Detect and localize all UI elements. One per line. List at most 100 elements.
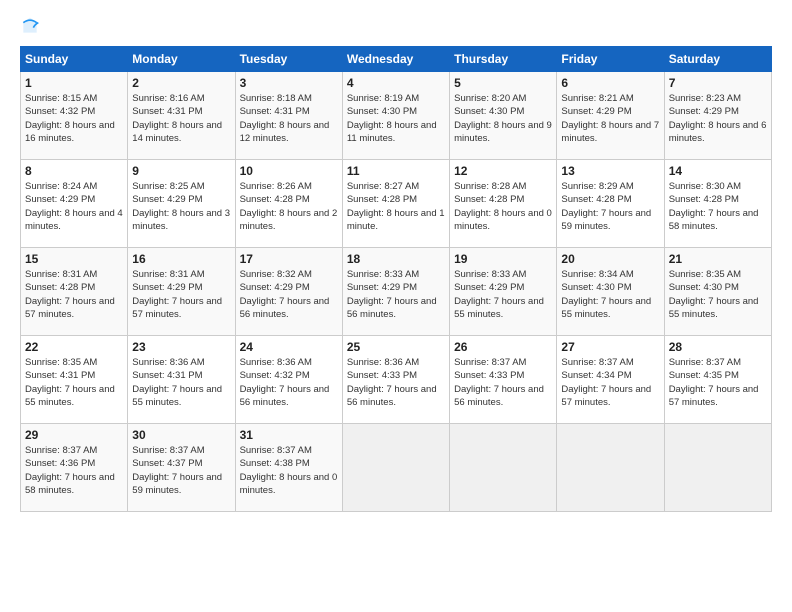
day-info: Sunrise: 8:37 AMSunset: 4:33 PMDaylight:… (454, 356, 552, 409)
day-number: 7 (669, 76, 767, 90)
day-number: 18 (347, 252, 445, 266)
calendar-cell: 17 Sunrise: 8:32 AMSunset: 4:29 PMDayligh… (235, 248, 342, 336)
calendar-cell: 5 Sunrise: 8:20 AMSunset: 4:30 PMDaylight… (450, 72, 557, 160)
day-number: 12 (454, 164, 552, 178)
day-number: 10 (240, 164, 338, 178)
day-info: Sunrise: 8:37 AMSunset: 4:35 PMDaylight:… (669, 356, 767, 409)
calendar-cell: 31Sunrise: 8:37 AMSunset: 4:38 PMDayligh… (235, 424, 342, 512)
calendar-cell: 6Sunrise: 8:21 AMSunset: 4:29 PMDaylight… (557, 72, 664, 160)
calendar-cell: 28 Sunrise: 8:37 AMSunset: 4:35 PMDayligh… (664, 336, 771, 424)
calendar-header-wednesday: Wednesday (342, 47, 449, 72)
calendar-cell: 9 Sunrise: 8:25 AMSunset: 4:29 PMDaylight… (128, 160, 235, 248)
day-info: Sunrise: 8:35 AMSunset: 4:31 PMDaylight:… (25, 356, 123, 409)
page: SundayMondayTuesdayWednesdayThursdayFrid… (0, 0, 792, 612)
day-info: Sunrise: 8:37 AMSunset: 4:37 PMDaylight:… (132, 444, 230, 497)
calendar-cell: 20 Sunrise: 8:34 AMSunset: 4:30 PMDayligh… (557, 248, 664, 336)
calendar-header-row: SundayMondayTuesdayWednesdayThursdayFrid… (21, 47, 772, 72)
day-info: Sunrise: 8:26 AMSunset: 4:28 PMDaylight:… (240, 180, 338, 233)
calendar-cell: 13 Sunrise: 8:29 AMSunset: 4:28 PMDayligh… (557, 160, 664, 248)
day-info: Sunrise: 8:35 AMSunset: 4:30 PMDaylight:… (669, 268, 767, 321)
day-info: Sunrise: 8:20 AMSunset: 4:30 PMDaylight:… (454, 92, 552, 145)
calendar-cell: 24 Sunrise: 8:36 AMSunset: 4:32 PMDayligh… (235, 336, 342, 424)
day-number: 9 (132, 164, 230, 178)
calendar-cell: 19 Sunrise: 8:33 AMSunset: 4:29 PMDayligh… (450, 248, 557, 336)
day-number: 11 (347, 164, 445, 178)
day-number: 15 (25, 252, 123, 266)
calendar-week-row: 22 Sunrise: 8:35 AMSunset: 4:31 PMDayligh… (21, 336, 772, 424)
calendar-header-thursday: Thursday (450, 47, 557, 72)
calendar-cell: 8Sunrise: 8:24 AMSunset: 4:29 PMDaylight… (21, 160, 128, 248)
calendar-cell: 7 Sunrise: 8:23 AMSunset: 4:29 PMDaylight… (664, 72, 771, 160)
calendar-cell: 2Sunrise: 8:16 AMSunset: 4:31 PMDaylight… (128, 72, 235, 160)
day-info: Sunrise: 8:30 AMSunset: 4:28 PMDaylight:… (669, 180, 767, 233)
day-info: Sunrise: 8:24 AMSunset: 4:29 PMDaylight:… (25, 180, 123, 233)
calendar-cell: 3 Sunrise: 8:18 AMSunset: 4:31 PMDaylight… (235, 72, 342, 160)
day-info: Sunrise: 8:31 AMSunset: 4:28 PMDaylight:… (25, 268, 123, 321)
day-info: Sunrise: 8:36 AMSunset: 4:32 PMDaylight:… (240, 356, 338, 409)
calendar-cell: 11 Sunrise: 8:27 AMSunset: 4:28 PMDayligh… (342, 160, 449, 248)
calendar-week-row: 15 Sunrise: 8:31 AMSunset: 4:28 PMDayligh… (21, 248, 772, 336)
header (20, 16, 772, 36)
calendar-cell (342, 424, 449, 512)
day-info: Sunrise: 8:23 AMSunset: 4:29 PMDaylight:… (669, 92, 767, 145)
calendar-cell: 10 Sunrise: 8:26 AMSunset: 4:28 PMDayligh… (235, 160, 342, 248)
generalblue-icon (20, 16, 40, 36)
calendar-cell: 30Sunrise: 8:37 AMSunset: 4:37 PMDayligh… (128, 424, 235, 512)
day-info: Sunrise: 8:25 AMSunset: 4:29 PMDaylight:… (132, 180, 230, 233)
day-info: Sunrise: 8:37 AMSunset: 4:38 PMDaylight:… (240, 444, 338, 497)
day-info: Sunrise: 8:37 AMSunset: 4:34 PMDaylight:… (561, 356, 659, 409)
day-info: Sunrise: 8:36 AMSunset: 4:33 PMDaylight:… (347, 356, 445, 409)
day-info: Sunrise: 8:21 AMSunset: 4:29 PMDaylight:… (561, 92, 659, 145)
calendar-cell: 14 Sunrise: 8:30 AMSunset: 4:28 PMDayligh… (664, 160, 771, 248)
day-info: Sunrise: 8:37 AMSunset: 4:36 PMDaylight:… (25, 444, 123, 497)
day-info: Sunrise: 8:34 AMSunset: 4:30 PMDaylight:… (561, 268, 659, 321)
calendar-cell: 29 Sunrise: 8:37 AMSunset: 4:36 PMDayligh… (21, 424, 128, 512)
day-number: 14 (669, 164, 767, 178)
calendar-cell (450, 424, 557, 512)
day-number: 16 (132, 252, 230, 266)
calendar-cell: 22 Sunrise: 8:35 AMSunset: 4:31 PMDayligh… (21, 336, 128, 424)
day-info: Sunrise: 8:29 AMSunset: 4:28 PMDaylight:… (561, 180, 659, 233)
day-number: 22 (25, 340, 123, 354)
day-info: Sunrise: 8:27 AMSunset: 4:28 PMDaylight:… (347, 180, 445, 233)
day-info: Sunrise: 8:33 AMSunset: 4:29 PMDaylight:… (347, 268, 445, 321)
day-number: 4 (347, 76, 445, 90)
calendar-cell: 16 Sunrise: 8:31 AMSunset: 4:29 PMDayligh… (128, 248, 235, 336)
day-number: 27 (561, 340, 659, 354)
calendar-cell (557, 424, 664, 512)
day-number: 13 (561, 164, 659, 178)
day-info: Sunrise: 8:18 AMSunset: 4:31 PMDaylight:… (240, 92, 338, 145)
calendar-header-sunday: Sunday (21, 47, 128, 72)
day-info: Sunrise: 8:19 AMSunset: 4:30 PMDaylight:… (347, 92, 445, 145)
day-number: 21 (669, 252, 767, 266)
day-number: 19 (454, 252, 552, 266)
calendar-week-row: 1 Sunrise: 8:15 AMSunset: 4:32 PMDaylight… (21, 72, 772, 160)
calendar-week-row: 29 Sunrise: 8:37 AMSunset: 4:36 PMDayligh… (21, 424, 772, 512)
calendar-cell: 26Sunrise: 8:37 AMSunset: 4:33 PMDayligh… (450, 336, 557, 424)
day-info: Sunrise: 8:32 AMSunset: 4:29 PMDaylight:… (240, 268, 338, 321)
day-info: Sunrise: 8:15 AMSunset: 4:32 PMDaylight:… (25, 92, 123, 145)
day-number: 20 (561, 252, 659, 266)
calendar-cell: 25 Sunrise: 8:36 AMSunset: 4:33 PMDayligh… (342, 336, 449, 424)
calendar-cell: 18 Sunrise: 8:33 AMSunset: 4:29 PMDayligh… (342, 248, 449, 336)
calendar-header-tuesday: Tuesday (235, 47, 342, 72)
day-number: 23 (132, 340, 230, 354)
day-number: 25 (347, 340, 445, 354)
calendar-cell: 1 Sunrise: 8:15 AMSunset: 4:32 PMDaylight… (21, 72, 128, 160)
day-number: 5 (454, 76, 552, 90)
day-number: 3 (240, 76, 338, 90)
calendar-cell: 27 Sunrise: 8:37 AMSunset: 4:34 PMDayligh… (557, 336, 664, 424)
day-number: 1 (25, 76, 123, 90)
day-number: 29 (25, 428, 123, 442)
day-info: Sunrise: 8:33 AMSunset: 4:29 PMDaylight:… (454, 268, 552, 321)
day-info: Sunrise: 8:36 AMSunset: 4:31 PMDaylight:… (132, 356, 230, 409)
calendar-cell: 21 Sunrise: 8:35 AMSunset: 4:30 PMDayligh… (664, 248, 771, 336)
calendar-cell (664, 424, 771, 512)
day-info: Sunrise: 8:31 AMSunset: 4:29 PMDaylight:… (132, 268, 230, 321)
day-number: 24 (240, 340, 338, 354)
calendar-cell: 12Sunrise: 8:28 AMSunset: 4:28 PMDayligh… (450, 160, 557, 248)
calendar-cell: 15 Sunrise: 8:31 AMSunset: 4:28 PMDayligh… (21, 248, 128, 336)
calendar-cell: 4 Sunrise: 8:19 AMSunset: 4:30 PMDaylight… (342, 72, 449, 160)
day-number: 17 (240, 252, 338, 266)
day-number: 28 (669, 340, 767, 354)
